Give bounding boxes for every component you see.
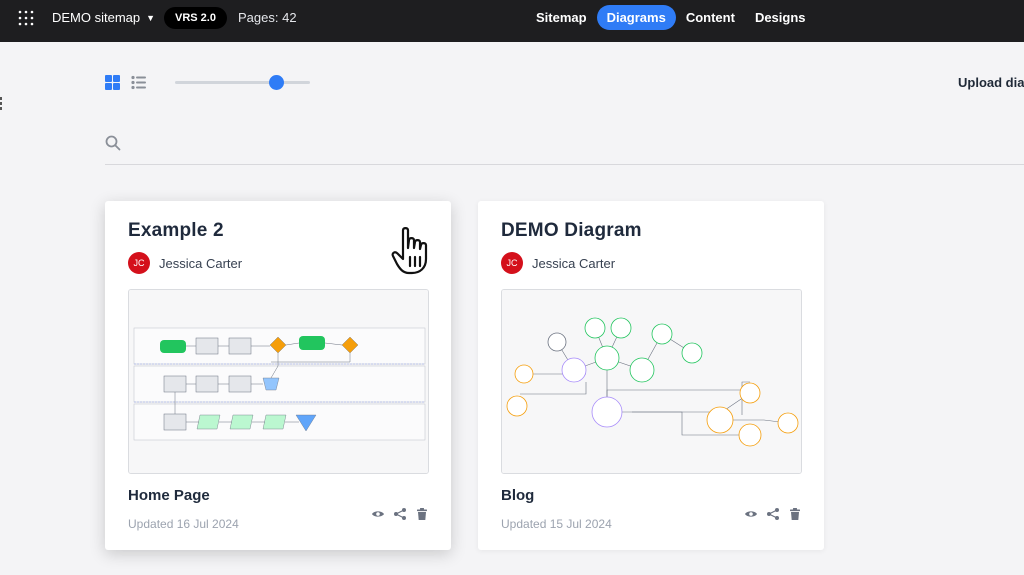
card-actions <box>744 507 802 521</box>
chevron-down-icon: ▼ <box>146 13 156 23</box>
share-icon[interactable] <box>393 507 407 521</box>
card-title: Example 2 <box>128 220 224 241</box>
author-name: Jessica Carter <box>159 256 243 271</box>
panel-edge-handle <box>0 97 2 110</box>
project-name: DEMO sitemap <box>52 10 141 25</box>
main-nav: Sitemap Diagrams Content Designs <box>526 5 816 30</box>
zoom-slider-track[interactable] <box>175 81 310 84</box>
eye-icon[interactable] <box>371 507 385 521</box>
author-name: Jessica Carter <box>532 256 616 271</box>
top-bar: DEMO sitemap ▼ VRS 2.0 Pages: 42 Sitemap … <box>0 0 1024 42</box>
diagram-thumbnail[interactable] <box>128 289 429 474</box>
updated-date: Updated 15 Jul 2024 <box>501 517 612 531</box>
nav-tab-designs[interactable]: Designs <box>745 5 816 30</box>
project-selector[interactable]: DEMO sitemap ▼ <box>52 10 155 25</box>
share-icon[interactable] <box>766 507 780 521</box>
page-name: Home Page <box>128 487 210 504</box>
list-view-icon[interactable] <box>131 75 146 90</box>
zoom-slider-thumb[interactable] <box>269 75 284 90</box>
mindmap-preview <box>502 290 801 473</box>
upload-diagram-button[interactable]: Upload diag <box>958 75 1024 90</box>
hand-cursor-icon <box>391 227 428 275</box>
nav-tab-content[interactable]: Content <box>676 5 745 30</box>
card-actions <box>371 507 429 521</box>
search-underline <box>105 164 1024 165</box>
page-name: Blog <box>501 487 535 504</box>
diagram-thumbnail[interactable] <box>501 289 802 474</box>
pages-count: Pages: 42 <box>238 10 297 25</box>
nav-tab-diagrams[interactable]: Diagrams <box>596 5 676 30</box>
trash-icon[interactable] <box>788 507 802 521</box>
grid-view-icon[interactable] <box>105 75 120 90</box>
updated-date: Updated 16 Jul 2024 <box>128 517 239 531</box>
eye-icon[interactable] <box>744 507 758 521</box>
avatar: JC <box>128 252 150 274</box>
trash-icon[interactable] <box>415 507 429 521</box>
avatar: JC <box>501 252 523 274</box>
flowchart-preview <box>129 290 428 473</box>
search-icon <box>105 135 121 151</box>
apps-grid-icon[interactable] <box>18 10 34 26</box>
nav-tab-sitemap[interactable]: Sitemap <box>526 5 597 30</box>
version-badge[interactable]: VRS 2.0 <box>164 7 227 29</box>
diagram-card[interactable]: DEMO Diagram JC Jessica Carter Blog Upda… <box>478 201 824 550</box>
search-input[interactable] <box>128 131 1008 157</box>
card-title: DEMO Diagram <box>501 220 642 241</box>
